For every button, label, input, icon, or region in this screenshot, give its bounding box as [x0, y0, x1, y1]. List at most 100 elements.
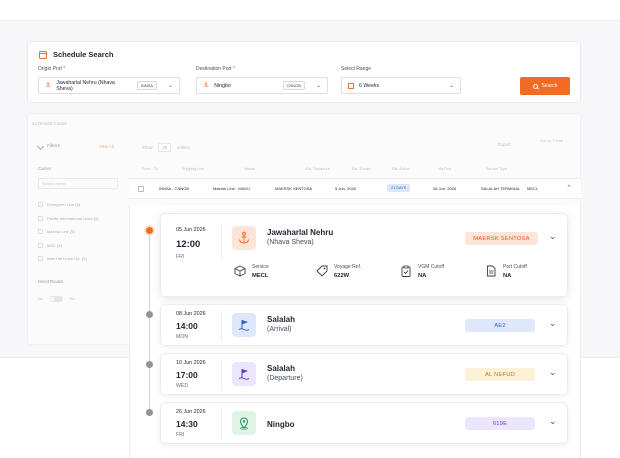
divider	[221, 409, 222, 439]
sort-select[interactable]: Sort by Transit	[540, 139, 570, 144]
leg-port-sub: (Nhava Sheva)	[267, 239, 314, 246]
row-transit-badge: 21 DAYS	[387, 184, 411, 192]
leg-time: 14:00	[176, 321, 198, 331]
destination-label-text: Destination Port	[196, 66, 232, 72]
flag-icon	[232, 362, 256, 386]
column-header[interactable]: Est. Departure	[306, 167, 352, 171]
row-arrival: 26 Jun, 2026	[433, 186, 457, 191]
row-shipping-line: Maersk Line - MAEU	[213, 186, 250, 191]
vessel-badge: AE2	[465, 319, 535, 332]
origin-label-text: Origin Port	[38, 66, 62, 72]
chevron-up-icon[interactable]: ⌃	[566, 184, 572, 192]
leg-card-destination[interactable]: 26 Jun 2026 14:30 FRI Ningbo 619E ⌄	[160, 402, 568, 444]
range-select[interactable]: 6 Weeks ⌄	[341, 77, 461, 94]
vessel-badge: MAERSK SENTOSA	[465, 232, 538, 245]
document-icon	[487, 265, 496, 277]
vgm-value: NA	[418, 273, 427, 279]
carrier-option[interactable]: Wan Hai Lines Ltd. (5)	[38, 252, 99, 266]
leg-day: FRI	[176, 254, 185, 260]
view-all-link[interactable]: View All	[99, 144, 114, 149]
port-cutoff-label: Port Cutoff	[503, 264, 527, 270]
carrier-option-label: Evergreen Line (5)	[47, 202, 81, 208]
export-button[interactable]: Export	[498, 142, 511, 147]
carrier-option-label: MSC (4)	[47, 242, 62, 248]
row-checkbox[interactable]	[138, 185, 144, 192]
carrier-option-label: Wan Hai Lines Ltd. (5)	[47, 256, 87, 262]
destination-port-select[interactable]: ⚓ Ningbo CNNGB ⌄	[196, 77, 328, 94]
range-value: 6 Weeks	[359, 82, 380, 89]
column-header[interactable]: Est. Arrival	[392, 167, 438, 171]
table-row[interactable]: INNSA - CNNGB Maersk Line - MAEU MAERSK …	[129, 178, 581, 199]
origin-label: Origin Port *	[38, 66, 65, 72]
checkbox[interactable]	[38, 215, 43, 221]
carrier-label: Carrier	[38, 166, 52, 171]
chevron-down-icon[interactable]: ⌄	[549, 231, 557, 242]
vgm-cutoff-info: VGM Cutoff NA	[400, 264, 444, 279]
column-header[interactable]: Est. Transit	[352, 167, 392, 171]
location-pin-icon	[232, 411, 256, 435]
carrier-list: Evergreen Line (5) Pacific International…	[38, 198, 99, 266]
leg-date: 26 Jun 2026	[176, 409, 206, 415]
calendar-icon	[39, 50, 47, 59]
leg-time: 17:00	[176, 370, 198, 380]
box-icon	[234, 265, 246, 277]
destination-label: Destination Port *	[196, 66, 235, 72]
row-vessel: MAERSK SENTOSA	[275, 186, 313, 191]
range-label-text: Select Range	[341, 66, 372, 72]
chevron-down-icon[interactable]: ⌄	[549, 318, 557, 329]
direct-routes-toggle[interactable]	[48, 296, 63, 302]
anchor-icon	[232, 226, 256, 250]
row-via-port: SALALAH TERMINAL	[481, 186, 521, 191]
chevron-down-icon: ⌄	[315, 83, 321, 89]
show-entries: Show 25 entries	[142, 143, 190, 152]
leg-port-name: Ningbo	[267, 420, 295, 429]
service-value: MECL	[252, 273, 269, 279]
checkbox[interactable]	[38, 229, 43, 235]
carrier-option[interactable]: Evergreen Line (5)	[38, 198, 99, 212]
direct-routes-toggle-row: No Yes	[38, 296, 75, 302]
flag-icon	[232, 313, 256, 337]
carrier-option[interactable]: Pacific International Lines (5)	[38, 212, 99, 226]
column-header[interactable]: Via Port	[438, 167, 486, 171]
chevron-down-icon[interactable]: ⌄	[549, 416, 557, 427]
entries-select[interactable]: 25	[158, 143, 172, 152]
leg-port-sub: (Arrival)	[267, 326, 292, 333]
schedule-search-card: Schedule Search Origin Port * ⚓ Jawaharl…	[27, 41, 581, 103]
checkbox[interactable]	[38, 256, 43, 262]
search-button[interactable]: Search	[520, 77, 570, 95]
leg-card-origin[interactable]: 05 Jun 2026 12:00 FRI Jawaharlal Nehru (…	[160, 213, 568, 297]
leg-date: 10 Jun 2026	[176, 360, 206, 366]
column-header[interactable]: From - To	[142, 167, 182, 171]
timeline-dot	[146, 361, 153, 368]
no-label: No	[38, 297, 43, 301]
column-header[interactable]: Service Type	[486, 167, 526, 171]
carrier-option[interactable]: Maersk Line (5)	[38, 225, 99, 239]
origin-port-value: Jawaharlal Nehru (Nhava Sheva)	[56, 79, 115, 92]
carrier-search-input[interactable]: Search carrier	[38, 178, 118, 189]
search-title: Schedule Search	[39, 50, 113, 59]
timeline-dot	[146, 311, 153, 318]
divider	[221, 360, 222, 390]
vgm-label: VGM Cutoff	[418, 264, 445, 270]
leg-day: MON	[176, 334, 189, 340]
anchor-icon: ⚓	[45, 82, 52, 89]
leg-card-salalah-arrival[interactable]: 08 Jun 2026 14:00 MON Salalah (Arrival) …	[160, 304, 568, 346]
yes-label: Yes	[68, 297, 76, 301]
chevron-down-icon: ⌄	[448, 83, 454, 89]
voyage-value: 622W	[334, 273, 350, 279]
carrier-option-label: Pacific International Lines (5)	[47, 215, 99, 221]
vessel-badge: 619E	[465, 417, 535, 430]
column-header[interactable]: Shipping Line	[182, 167, 244, 171]
column-header[interactable]: Vessel	[244, 167, 306, 171]
direct-routes-label: Direct Routes	[38, 279, 64, 284]
row-route: INNSA - CNNGB	[159, 186, 190, 191]
origin-port-select[interactable]: ⚓ Jawaharlal Nehru (Nhava Sheva) INNSA ⌄	[38, 77, 180, 94]
leg-card-salalah-departure[interactable]: 10 Jun 2026 17:00 WED Salalah (Departure…	[160, 353, 568, 395]
chevron-down-icon[interactable]: ⌄	[549, 367, 557, 378]
checkbox[interactable]	[38, 202, 43, 208]
checkbox[interactable]	[38, 242, 43, 248]
chevron-down-icon: ⌄	[167, 83, 173, 89]
leg-day: FRI	[176, 432, 185, 438]
range-label: Select Range	[341, 66, 371, 72]
carrier-option[interactable]: MSC (4)	[38, 239, 99, 253]
